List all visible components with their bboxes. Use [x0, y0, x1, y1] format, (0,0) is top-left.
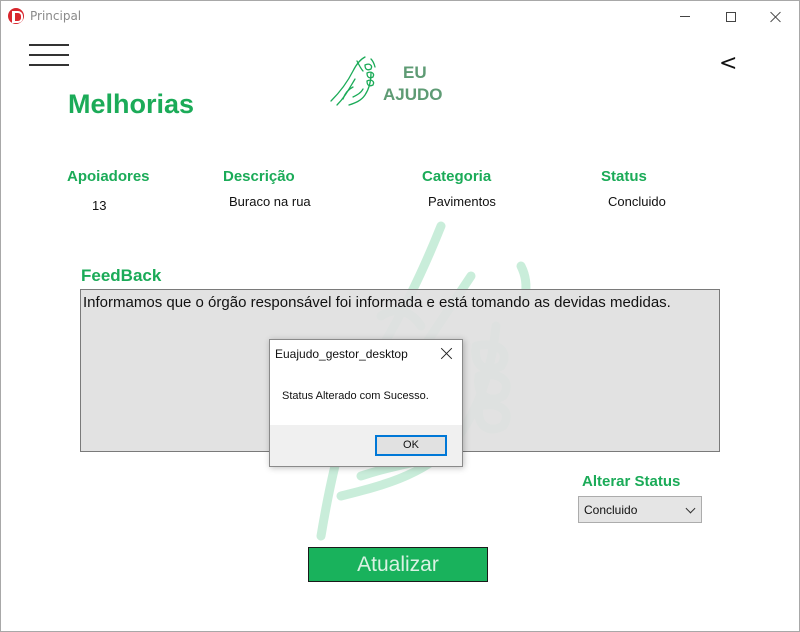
dialog-message: Status Alterado com Sucesso. [282, 390, 429, 402]
menu-button[interactable] [29, 44, 69, 68]
ok-button[interactable]: OK [375, 435, 447, 456]
category-value: Pavimentos [428, 194, 496, 209]
hamburger-icon-bar [29, 64, 69, 66]
back-button[interactable]: < [719, 53, 737, 75]
message-dialog: Euajudo_gestor_desktop Status Alterado c… [269, 339, 463, 467]
status-value: Concluido [608, 194, 666, 209]
status-select[interactable]: Concluido [578, 496, 702, 523]
hamburger-icon-bar [29, 44, 69, 46]
logo-line-ajudo: AJUDO [383, 85, 443, 104]
hamburger-icon-bar [29, 54, 69, 56]
main-window: Principal EU AJUDO < Melhorias Apoiadore… [0, 0, 800, 632]
supporters-value: 13 [92, 198, 107, 213]
feedback-label: FeedBack [81, 266, 162, 285]
supporters-header: Apoiadores [67, 168, 150, 185]
logo-line-eu: EU [403, 63, 427, 82]
logo-text: EU AJUDO [383, 62, 443, 106]
window-title: Principal [30, 9, 82, 23]
minimize-icon [680, 16, 690, 17]
alter-status-label: Alterar Status [582, 473, 681, 490]
update-button[interactable]: Atualizar [308, 547, 488, 582]
status-select-value: Concluido [584, 503, 638, 517]
maximize-button[interactable] [708, 1, 754, 32]
title-bar[interactable]: Principal [1, 1, 799, 32]
page-title: Melhorias [68, 89, 195, 119]
chevron-down-icon [685, 503, 696, 514]
dialog-footer: OK [270, 425, 462, 466]
status-header: Status [601, 168, 647, 185]
close-button[interactable] [753, 1, 799, 32]
minimize-button[interactable] [662, 1, 708, 32]
description-header: Descrição [223, 168, 295, 185]
app-icon [8, 8, 24, 24]
maximize-icon [726, 11, 736, 22]
dialog-close-icon[interactable] [440, 347, 454, 361]
description-value: Buraco na rua [229, 194, 311, 209]
category-header: Categoria [422, 168, 492, 185]
dialog-title: Euajudo_gestor_desktop [275, 347, 408, 361]
close-icon [770, 11, 782, 23]
